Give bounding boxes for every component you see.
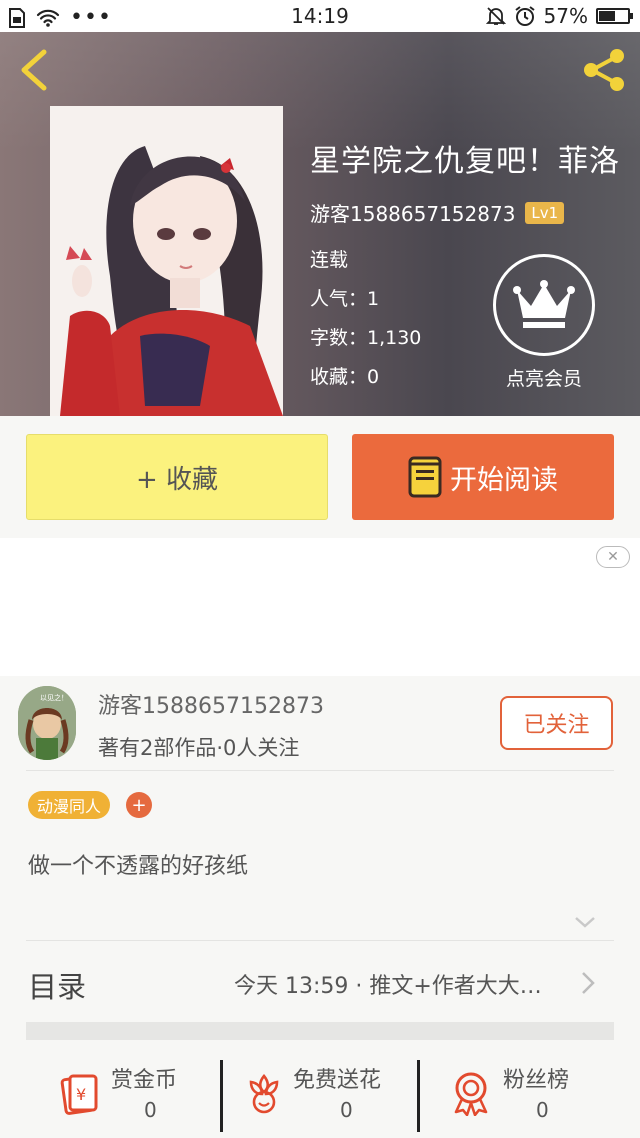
battery-percent: 57% (543, 4, 588, 28)
collect-button[interactable]: + 收藏 (26, 434, 328, 520)
vip-label[interactable]: 点亮会员 (472, 364, 616, 391)
toc-title: 目录 (28, 970, 87, 1004)
start-reading-label: 开始阅读 (450, 464, 558, 496)
app-root: ••• 14:19 57% 星学院之仇复吧！菲洛 游客1588657152873… (0, 0, 640, 1138)
flower-count: 0 (340, 1098, 353, 1122)
status-bar: ••• 14:19 57% (0, 0, 640, 32)
author-section: 以见之！ 游客1588657152873 著有2部作品·0人关注 已关注 动漫同… (0, 676, 640, 1138)
book-popularity: 人气：1 (310, 288, 380, 310)
ad-banner[interactable]: ✕ (0, 538, 640, 676)
table-of-contents-row[interactable]: 目录 今天 13:59 · 推文+作者大大… (0, 942, 640, 1022)
book-title: 星学院之仇复吧！菲洛 (310, 144, 620, 179)
fans-count: 0 (536, 1098, 549, 1122)
author-stats: 著有2部作品·0人关注 (98, 736, 300, 760)
book-icon (408, 456, 442, 498)
book-intro: 做一个不透露的好孩纸 (28, 854, 249, 879)
send-flower-button[interactable]: 免费送花 0 (223, 1056, 417, 1136)
author-avatar[interactable]: 以见之！ (18, 686, 76, 760)
book-author[interactable]: 游客1588657152873 (310, 198, 515, 227)
reward-coins-button[interactable]: ¥ 赏金币 0 (0, 1056, 220, 1136)
fan-ranking-button[interactable]: 粉丝榜 0 (420, 1056, 640, 1136)
reward-label: 赏金币 (111, 1068, 178, 1093)
ad-close-icon[interactable]: ✕ (596, 546, 630, 568)
back-arrow-icon[interactable] (14, 48, 54, 92)
avatar-caption: 以见之！ (40, 693, 68, 702)
book-header: 星学院之仇复吧！菲洛 游客1588657152873 Lv1 连载 人气：1 字… (0, 32, 640, 416)
toc-latest-chapter: 今天 13:59 · 推文+作者大大… (234, 974, 542, 999)
tag-chip[interactable]: 动漫同人 (28, 791, 111, 819)
book-cover[interactable] (50, 106, 283, 416)
svg-text:¥: ¥ (76, 1085, 86, 1104)
vip-button[interactable] (493, 254, 595, 356)
flower-icon (249, 1073, 279, 1114)
flower-label: 免费送花 (293, 1068, 382, 1093)
author-row[interactable]: 游客1588657152873 Lv1 (310, 198, 565, 227)
follow-button[interactable]: 已关注 (500, 696, 613, 750)
book-word-count: 字数：1,130 (310, 327, 422, 349)
ribbon-medal-icon (454, 1072, 488, 1116)
book-status: 连载 (310, 249, 349, 271)
action-bar: + 收藏 开始阅读 (0, 416, 640, 538)
share-icon[interactable] (580, 46, 628, 94)
add-tag-button[interactable]: + (126, 792, 152, 818)
alarm-icon (514, 6, 535, 26)
battery-icon (596, 8, 633, 24)
book-favorites: 收藏：0 (310, 366, 380, 388)
fans-label: 粉丝榜 (503, 1068, 570, 1093)
crown-icon (513, 280, 575, 328)
chevron-right-icon (582, 972, 595, 994)
start-reading-button[interactable]: 开始阅读 (352, 434, 614, 520)
avatar-image: 以见之！ (18, 686, 76, 760)
status-right-icons: 57% (485, 4, 633, 28)
section-separator (26, 1022, 614, 1040)
mute-bell-icon (485, 7, 506, 25)
reward-envelope-icon: ¥ (60, 1074, 98, 1115)
battery-fill (599, 11, 615, 21)
divider (26, 770, 614, 771)
bottom-action-row: ¥ 赏金币 0 免费送花 0 粉丝榜 0 (0, 1056, 640, 1138)
level-badge: Lv1 (525, 201, 565, 224)
reward-count: 0 (144, 1098, 157, 1122)
divider (26, 940, 614, 941)
chevron-down-icon[interactable] (574, 914, 596, 930)
author-name[interactable]: 游客1588657152873 (98, 688, 324, 720)
cover-illustration (50, 106, 283, 416)
